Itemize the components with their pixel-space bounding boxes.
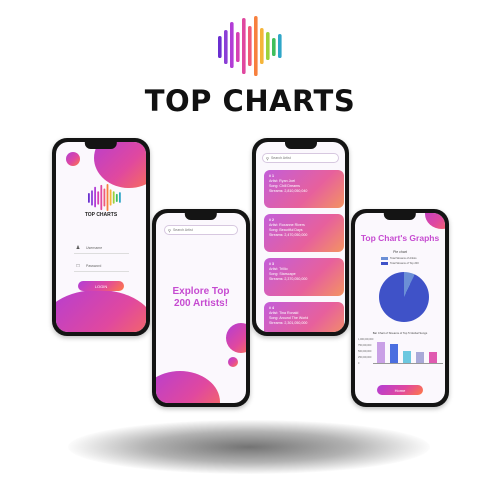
search-icon: ⚲	[168, 227, 171, 233]
y-tick-label: 500,000,000	[358, 350, 372, 353]
search-placeholder: Search Artist	[172, 228, 193, 232]
bar-mark	[403, 351, 411, 363]
phone-list-screen: ⚲ Search Artist # 1 Artist: Ryan Joel So…	[252, 138, 349, 336]
password-placeholder: Password	[86, 263, 102, 268]
phone-notch	[284, 142, 317, 149]
y-tick-label: 1,000,000,000	[358, 338, 374, 341]
logo-bar	[97, 191, 100, 205]
graphs-title: Top Chart's Graphs	[360, 233, 440, 243]
logo-bar	[218, 36, 222, 58]
explore-headline: Explore Top 200 Artists!	[156, 286, 246, 310]
logo-bar	[254, 16, 258, 76]
phone-notch	[184, 213, 218, 220]
y-tick-label: 750,000,000	[358, 344, 372, 347]
decor-blob-bottom	[156, 371, 220, 403]
decor-blob-top	[425, 213, 445, 229]
artist-card[interactable]: # 1 Artist: Ryan Joel Song: Chill Dreams…	[264, 170, 344, 208]
artist-card[interactable]: # 3 Artist: Trillio Song: Starscape Stre…	[264, 258, 344, 296]
decor-circle-large	[226, 323, 246, 353]
logo-bar	[266, 32, 270, 60]
legend-swatch	[381, 262, 388, 265]
search-icon: ⚲	[266, 155, 269, 161]
search-input[interactable]: ⚲ Search Artist	[262, 153, 339, 163]
login-logo-title: TOP CHARTS	[84, 212, 118, 218]
artist-card[interactable]: # 2 Artist: Roxanne Rivers Song: Beautif…	[264, 214, 344, 252]
phone-login-screen: TOP CHARTS ♟ Username □ Password LOGIN	[52, 138, 150, 336]
bar-mark	[390, 344, 398, 363]
phone-notch	[383, 213, 417, 220]
floor-shadow	[68, 420, 430, 474]
y-tick-label: 250,000,000	[358, 356, 372, 359]
logo-bar	[224, 30, 228, 64]
legend-label: Total Streams of Artists	[390, 257, 417, 260]
logo-bar	[230, 22, 234, 68]
search-input[interactable]: ⚲ Search Artist	[164, 225, 238, 235]
logo-bar	[248, 26, 252, 66]
user-icon: ♟	[75, 244, 81, 251]
username-field[interactable]: ♟ Username	[74, 242, 129, 254]
lock-icon: □	[76, 262, 80, 269]
card-streams: Streams: 2,370,050,000	[269, 277, 308, 281]
logo-bar	[260, 28, 264, 64]
explore-headline-line1: Explore Top	[172, 286, 230, 297]
y-tick-label: 0	[358, 362, 360, 365]
legend-swatch	[381, 257, 388, 260]
phone-explore-screen: ⚲ Search Artist Explore Top 200 Artists!	[152, 209, 250, 407]
username-placeholder: Username	[86, 245, 103, 250]
explore-headline-line2: 200 Artists!	[173, 298, 229, 309]
app-title: TOP CHARTS	[144, 84, 356, 118]
logo-bar	[103, 188, 106, 207]
search-placeholder: Search Artist	[270, 156, 291, 160]
logo-bar	[88, 193, 90, 203]
card-streams: Streams: 2,301,050,000	[269, 321, 308, 325]
legend-label: Total Streams of Top 200	[390, 262, 419, 265]
home-button-label: Home	[394, 387, 406, 393]
logo-bar	[94, 186, 96, 208]
bar-mark	[429, 352, 437, 363]
logo-bar	[119, 192, 121, 203]
logo-bar	[109, 189, 112, 206]
bar-x-axis	[373, 362, 443, 363]
logo-bar	[100, 184, 103, 211]
artist-card[interactable]: # 4 Artist: Tina Ronald Song: Around The…	[264, 302, 344, 332]
logo-icon	[218, 16, 282, 76]
decor-blob-bottom	[56, 290, 146, 332]
card-streams: Streams: 2,810,050,040	[269, 189, 308, 193]
phone-notch	[84, 142, 118, 149]
logo-bar	[242, 18, 246, 74]
login-button-label: LOGIN	[94, 283, 108, 289]
pie-legend-item: Total Streams of Artists	[381, 257, 417, 260]
logo-bar	[115, 193, 118, 202]
login-button[interactable]: LOGIN	[78, 281, 124, 291]
logo-bar	[236, 32, 240, 62]
logo-bar	[278, 34, 282, 58]
decor-circle-small	[228, 357, 238, 367]
logo-bar	[106, 184, 109, 211]
pie-legend-item: Total Streams of Top 200	[381, 262, 419, 265]
logo-bar	[272, 38, 276, 56]
phone-graphs-screen: Top Chart's Graphs Pie chart Total Strea…	[351, 209, 449, 407]
pie-chart	[379, 272, 429, 322]
bar-mark	[416, 352, 424, 363]
decor-circle	[66, 152, 80, 166]
logo-icon	[88, 184, 121, 211]
password-field[interactable]: □ Password	[74, 260, 129, 272]
pie-caption: Pie chart	[393, 250, 407, 254]
home-button[interactable]: Home	[377, 385, 423, 395]
logo-bar	[112, 191, 115, 204]
card-streams: Streams: 2,470,050,000	[269, 233, 308, 237]
bar-mark	[377, 342, 385, 363]
logo-bar	[91, 190, 93, 206]
bar-caption: Bar Chart of Streams of Top 5 Global Son…	[372, 331, 428, 335]
